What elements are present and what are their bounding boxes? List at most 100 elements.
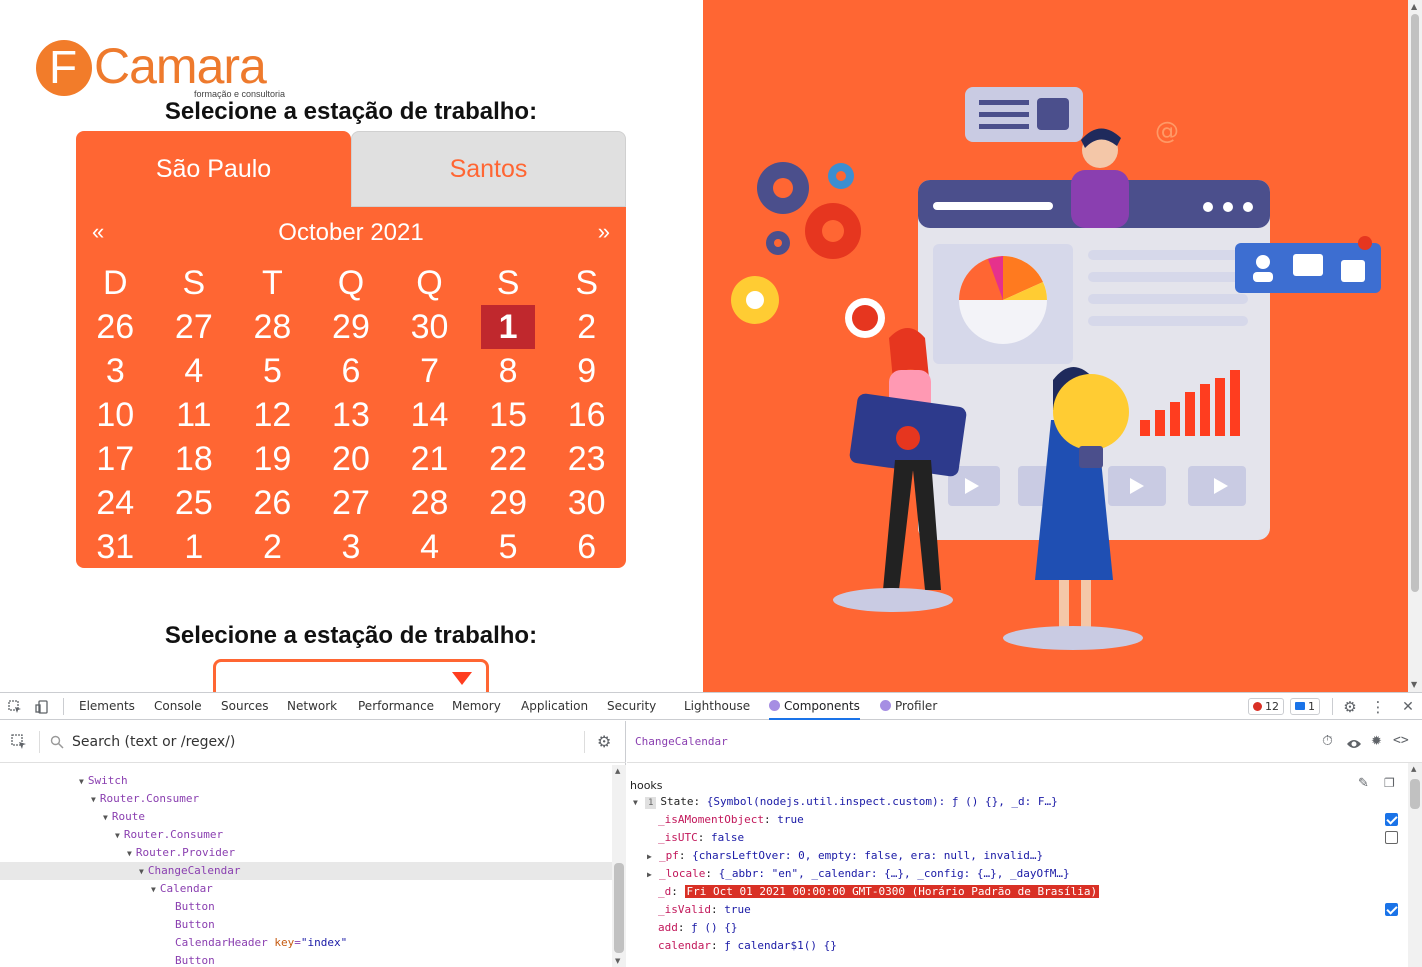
calendar-day[interactable]: 26 <box>76 305 155 349</box>
station-select[interactable] <box>213 659 489 692</box>
tab-memory[interactable]: Memory <box>452 693 501 720</box>
tab-sources[interactable]: Sources <box>221 693 268 720</box>
calendar-day[interactable]: 6 <box>547 525 626 569</box>
expand-caret-icon[interactable]: ▼ <box>127 849 132 858</box>
calendar-day[interactable]: 4 <box>390 525 469 569</box>
expand-caret-icon[interactable]: ▼ <box>139 867 144 876</box>
calendar-day[interactable]: 1 <box>155 525 234 569</box>
tree-scrollbar[interactable]: ▲ ▼ <box>612 765 626 967</box>
tab-lighthouse[interactable]: Lighthouse <box>684 693 750 720</box>
calendar-day[interactable]: 20 <box>312 437 391 481</box>
tree-scrollbar-thumb[interactable] <box>614 863 624 953</box>
device-toolbar-icon[interactable] <box>33 698 51 716</box>
calendar-day[interactable]: 29 <box>469 481 548 525</box>
expand-caret-icon[interactable]: ▶ <box>647 848 655 866</box>
stopwatch-icon[interactable]: ⏱ <box>1322 733 1333 749</box>
calendar-day[interactable]: 28 <box>390 481 469 525</box>
tree-row[interactable]: ▼ Router.Consumer <box>0 826 612 844</box>
tree-row[interactable]: CalendarHeader key="index" <box>0 934 612 952</box>
boolean-checkbox[interactable] <box>1385 831 1398 844</box>
tree-row[interactable]: Button <box>0 898 612 916</box>
props-scrollbar[interactable]: ▲ <box>1408 763 1422 967</box>
scroll-up-icon[interactable]: ▲ <box>1411 765 1416 773</box>
scroll-down-icon[interactable]: ▼ <box>1411 680 1417 689</box>
expand-caret-icon[interactable]: ▼ <box>79 777 84 786</box>
tree-row[interactable]: Button <box>0 916 612 934</box>
messages-badge[interactable]: 1 <box>1290 698 1320 715</box>
calendar-day[interactable]: 2 <box>547 305 626 349</box>
tab-santos[interactable]: Santos <box>351 131 626 207</box>
tree-row[interactable]: Button <box>0 952 612 967</box>
calendar-day[interactable]: 5 <box>469 525 548 569</box>
calendar-day[interactable]: 31 <box>76 525 155 569</box>
tab-components[interactable]: Components <box>769 693 860 720</box>
calendar-day[interactable]: 14 <box>390 393 469 437</box>
calendar-day[interactable]: 30 <box>547 481 626 525</box>
hook-property-row[interactable]: _isValid: true <box>658 901 751 919</box>
tree-row[interactable]: ▼ Route <box>0 808 612 826</box>
calendar-day[interactable]: 15 <box>469 393 548 437</box>
tree-row[interactable]: ▼ Router.Consumer <box>0 790 612 808</box>
close-devtools-icon[interactable]: ✕ <box>1399 698 1417 716</box>
hook-property-row[interactable]: add: ƒ () {} <box>658 919 737 937</box>
expand-caret-icon[interactable]: ▼ <box>115 831 120 840</box>
tree-row-selected[interactable]: ▼ ChangeCalendar <box>0 862 612 880</box>
copy-icon[interactable]: ❐ <box>1384 776 1395 790</box>
calendar-day[interactable]: 27 <box>312 481 391 525</box>
calendar-day[interactable]: 19 <box>233 437 312 481</box>
property-value[interactable]: true <box>724 903 751 916</box>
calendar-day[interactable]: 29 <box>312 305 391 349</box>
calendar-day[interactable]: 5 <box>233 349 312 393</box>
hook-property-row[interactable]: _isAMomentObject: true <box>658 811 804 829</box>
calendar-day[interactable]: 23 <box>547 437 626 481</box>
property-value[interactable]: {_abbr: "en", _calendar: {…}, _config: {… <box>719 867 1070 880</box>
calendar-day[interactable]: 25 <box>155 481 234 525</box>
calendar-day[interactable]: 16 <box>547 393 626 437</box>
calendar-day[interactable]: 17 <box>76 437 155 481</box>
property-value-highlighted[interactable]: Fri Oct 01 2021 00:00:00 GMT-0300 (Horár… <box>684 885 1100 898</box>
expand-caret-icon[interactable]: ▼ <box>633 794 641 812</box>
hook-property-row[interactable]: ▶ _locale: {_abbr: "en", _calendar: {…}, … <box>647 865 1070 883</box>
tab-elements[interactable]: Elements <box>79 693 135 720</box>
calendar-day[interactable]: 30 <box>390 305 469 349</box>
inspect-element-icon[interactable] <box>6 698 24 716</box>
tab-profiler[interactable]: Profiler <box>880 693 937 720</box>
calendar-day[interactable]: 26 <box>233 481 312 525</box>
calendar-day[interactable]: 3 <box>76 349 155 393</box>
calendar-day[interactable]: 10 <box>76 393 155 437</box>
calendar-day[interactable]: 4 <box>155 349 234 393</box>
hook-property-row[interactable]: ▶ _pf: {charsLeftOver: 0, empty: false, e… <box>647 847 1043 865</box>
property-value[interactable]: true <box>777 813 804 826</box>
calendar-day[interactable]: 8 <box>469 349 548 393</box>
view-source-icon[interactable]: <> <box>1393 733 1409 748</box>
scroll-up-icon[interactable]: ▲ <box>1411 2 1417 11</box>
calendar-day-selected[interactable]: 1 <box>469 305 548 349</box>
expand-caret-icon[interactable]: ▼ <box>91 795 96 804</box>
tab-performance[interactable]: Performance <box>358 693 434 720</box>
page-scrollbar-thumb[interactable] <box>1411 14 1419 592</box>
tab-console[interactable]: Console <box>154 693 202 720</box>
hook-property-row[interactable]: calendar: ƒ calendar$1() {} <box>658 937 837 955</box>
tab-sao-paulo[interactable]: São Paulo <box>76 131 351 207</box>
hook-property-row[interactable]: _isUTC: false <box>658 829 744 847</box>
scroll-down-icon[interactable]: ▼ <box>615 957 620 965</box>
tree-row[interactable]: ▼ Calendar <box>0 880 612 898</box>
calendar-day[interactable]: 12 <box>233 393 312 437</box>
property-value[interactable]: {charsLeftOver: 0, empty: false, era: nu… <box>692 849 1043 862</box>
calendar-day[interactable]: 21 <box>390 437 469 481</box>
state-hook-row[interactable]: ▼ 1 State: {Symbol(nodejs.util.inspect.cus… <box>633 793 1058 811</box>
calendar-day[interactable]: 9 <box>547 349 626 393</box>
calendar-day[interactable]: 13 <box>312 393 391 437</box>
more-options-icon[interactable]: ⋮ <box>1369 698 1387 716</box>
property-value[interactable]: false <box>711 831 744 844</box>
tree-row[interactable]: ▼ Switch <box>0 772 612 790</box>
tree-row[interactable]: ▼ Router.Provider <box>0 844 612 862</box>
boolean-checkbox[interactable] <box>1385 813 1398 826</box>
calendar-day[interactable]: 18 <box>155 437 234 481</box>
select-component-icon[interactable] <box>11 734 27 754</box>
calendar-next-button[interactable]: » <box>598 219 610 245</box>
magic-wand-icon[interactable]: ✎ <box>1358 776 1369 791</box>
component-search-input[interactable]: Search (text or /regex/) <box>72 734 235 750</box>
hook-property-row[interactable]: _d: Fri Oct 01 2021 00:00:00 GMT-0300 (H… <box>658 883 1100 901</box>
settings-gear-icon[interactable]: ⚙ <box>1341 698 1359 716</box>
